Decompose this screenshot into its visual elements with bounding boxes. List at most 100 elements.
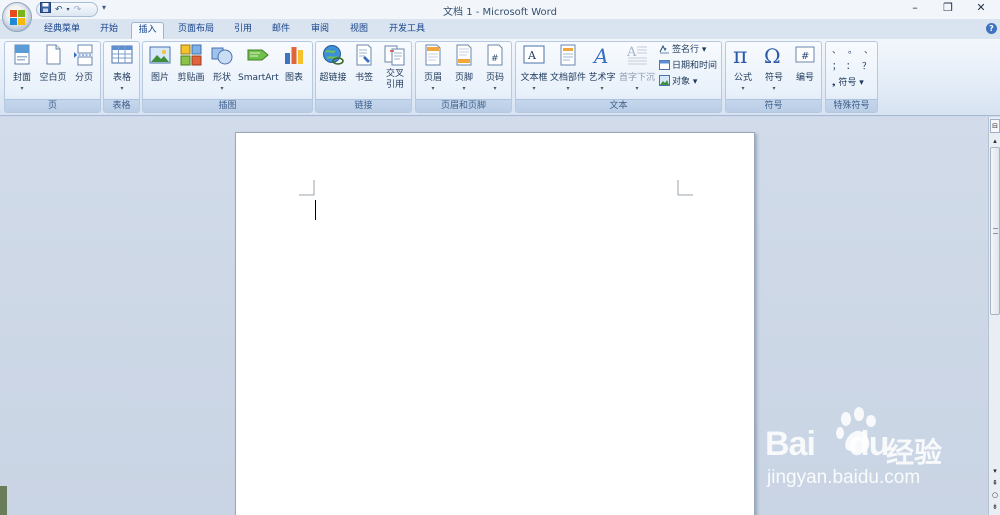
browse-object-icon[interactable]: ○ [990, 489, 1000, 501]
tab-insert[interactable]: 插入 [131, 22, 164, 40]
page-number-button[interactable]: # 页码 ▾ [480, 44, 510, 98]
group-special-symbols: 、 。 、 ； ： ？ ❟ 符号 ▾ 特殊符号 [825, 41, 878, 113]
numbering-button[interactable]: # 编号 [790, 44, 820, 98]
cover-page-label: 封面 [12, 73, 31, 83]
bookmark-button[interactable]: 书签 [349, 44, 379, 98]
close-button[interactable]: ✕ [966, 1, 996, 14]
tab-mailings[interactable]: 邮件 [266, 22, 296, 39]
restore-button[interactable]: ❐ [933, 1, 963, 14]
page-break-button[interactable]: 分页 [69, 44, 99, 98]
symbol-button[interactable]: Ω 符号 ▾ [759, 44, 789, 98]
dropdown-arrow-icon: ▾ [566, 85, 570, 92]
footer-icon [456, 44, 472, 66]
cross-reference-button[interactable]: 交叉 引用 [380, 44, 410, 98]
symbol-period[interactable]: 。 [848, 44, 857, 59]
table-button[interactable]: 表格 ▾ [107, 44, 137, 98]
svg-text:A: A [527, 49, 537, 62]
group-pages: 封面 ▾ 空白页 分页 页 [4, 41, 101, 113]
dropdown-arrow-icon: ▾ [431, 85, 435, 92]
smartart-button[interactable]: SmartArt [238, 44, 279, 98]
office-button[interactable] [2, 2, 32, 32]
wordart-button[interactable]: A 艺术字 ▾ [586, 44, 618, 98]
special-symbol-label: 符号 ▾ [838, 78, 864, 88]
help-icon[interactable]: ? [986, 23, 997, 34]
watermark-cn: 经验 [886, 436, 943, 469]
table-icon [111, 45, 133, 64]
drop-cap-icon: A [626, 45, 647, 65]
group-text: A 文本框 ▾ 文档部件 ▾ A 艺术字 ▾ A 首字下沉 ▾ 签名行 ▾ 日期… [515, 41, 722, 113]
signature-line-label: 签名行 ▾ [672, 45, 707, 55]
tab-home[interactable]: 开始 [93, 22, 125, 39]
cross-reference-label-2: 引用 [385, 80, 404, 90]
header-label: 页眉 [423, 73, 442, 83]
smartart-label: SmartArt [238, 73, 279, 83]
group-label-pages: 页 [5, 99, 100, 112]
group-symbols: π 公式 ▾ Ω 符号 ▾ # 编号 符号 [725, 41, 822, 113]
equation-button[interactable]: π 公式 ▾ [728, 44, 758, 98]
paw-icon [836, 407, 876, 452]
header-button[interactable]: 页眉 ▾ [418, 44, 448, 98]
group-table: 表格 ▾ 表格 [103, 41, 140, 113]
symbol-colon[interactable]: ： [846, 60, 855, 75]
symbol-semicolon[interactable]: ； [832, 60, 841, 75]
tab-classic-menu[interactable]: 经典菜单 [37, 22, 87, 39]
omega-icon: Ω [764, 44, 781, 66]
signature-line-button[interactable]: 签名行 ▾ [659, 43, 706, 58]
special-symbol-button[interactable]: ❟ 符号 ▾ [832, 76, 864, 91]
cross-reference-icon [384, 45, 405, 66]
minimize-button[interactable]: – [900, 1, 930, 14]
cover-page-button[interactable]: 封面 ▾ [7, 44, 37, 98]
header-icon [425, 44, 441, 66]
quick-parts-button[interactable]: 文档部件 ▾ [550, 44, 586, 98]
drop-cap-button[interactable]: A 首字下沉 ▾ [618, 44, 656, 98]
scroll-up-icon[interactable]: ▴ [990, 135, 1000, 147]
group-links: 超链接 书签 交叉 引用 链接 [315, 41, 412, 113]
ribbon: 封面 ▾ 空白页 分页 页 表格 ▾ 表格 图片 剪贴画 形状 ▾ SmartA… [0, 39, 1000, 116]
crop-mark-top-right-icon [677, 180, 693, 196]
equation-label: 公式 [733, 73, 752, 83]
numbering-label: 编号 [795, 73, 814, 83]
wordart-label: 艺术字 [588, 73, 616, 83]
dropdown-arrow-icon: ▾ [532, 85, 536, 92]
chart-button[interactable]: 图表 [279, 44, 309, 98]
cover-page-icon [14, 44, 30, 65]
scroll-thumb[interactable] [990, 147, 1000, 315]
group-label-special-symbols: 特殊符号 [826, 99, 877, 112]
cross-reference-label-1: 交叉 [385, 69, 404, 79]
date-time-button[interactable]: 日期和时间 [659, 59, 717, 74]
tab-developer[interactable]: 开发工具 [383, 22, 431, 39]
symbol-enum-comma[interactable]: 、 [864, 44, 873, 59]
bookmark-label: 书签 [354, 73, 373, 83]
group-label-header-footer: 页眉和页脚 [416, 99, 511, 112]
next-page-icon[interactable]: ⇟ [990, 501, 1000, 513]
clipart-button[interactable]: 剪贴画 [176, 44, 206, 98]
baidu-jingyan-watermark: Baidu 经验 jingyan.baidu.com [765, 405, 965, 500]
picture-label: 图片 [150, 73, 169, 83]
dropdown-arrow-icon: ▾ [600, 85, 604, 92]
group-label-symbols: 符号 [726, 99, 821, 112]
symbol-comma[interactable]: 、 [832, 44, 841, 59]
textbox-button[interactable]: A 文本框 ▾ [518, 44, 550, 98]
object-button[interactable]: 对象 ▾ [659, 75, 697, 90]
svg-text:π: π [733, 44, 747, 66]
svg-text:#: # [801, 51, 809, 62]
tab-references[interactable]: 引用 [228, 22, 258, 39]
hyperlink-button[interactable]: 超链接 [318, 44, 348, 98]
vertical-scrollbar[interactable]: ⊟ ▴ ▾ ⇞ ○ ⇟ [988, 117, 1000, 515]
footer-button[interactable]: 页脚 ▾ [449, 44, 479, 98]
page-break-label: 分页 [74, 73, 93, 83]
document-page[interactable] [235, 132, 755, 515]
tab-page-layout[interactable]: 页面布局 [170, 22, 222, 39]
office-logo-icon [10, 10, 25, 25]
tab-view[interactable]: 视图 [344, 22, 374, 39]
scroll-down-icon[interactable]: ▾ [990, 465, 1000, 477]
ruler-toggle-icon[interactable]: ⊟ [990, 119, 1000, 133]
symbol-question[interactable]: ？ [862, 60, 871, 75]
dropdown-arrow-icon: ▾ [635, 85, 639, 92]
tab-review[interactable]: 审阅 [305, 22, 335, 39]
picture-button[interactable]: 图片 [145, 44, 175, 98]
blank-page-button[interactable]: 空白页 [37, 44, 69, 98]
shapes-button[interactable]: 形状 ▾ [207, 44, 237, 98]
dropdown-arrow-icon: ▾ [741, 85, 745, 92]
previous-page-icon[interactable]: ⇞ [990, 477, 1000, 489]
